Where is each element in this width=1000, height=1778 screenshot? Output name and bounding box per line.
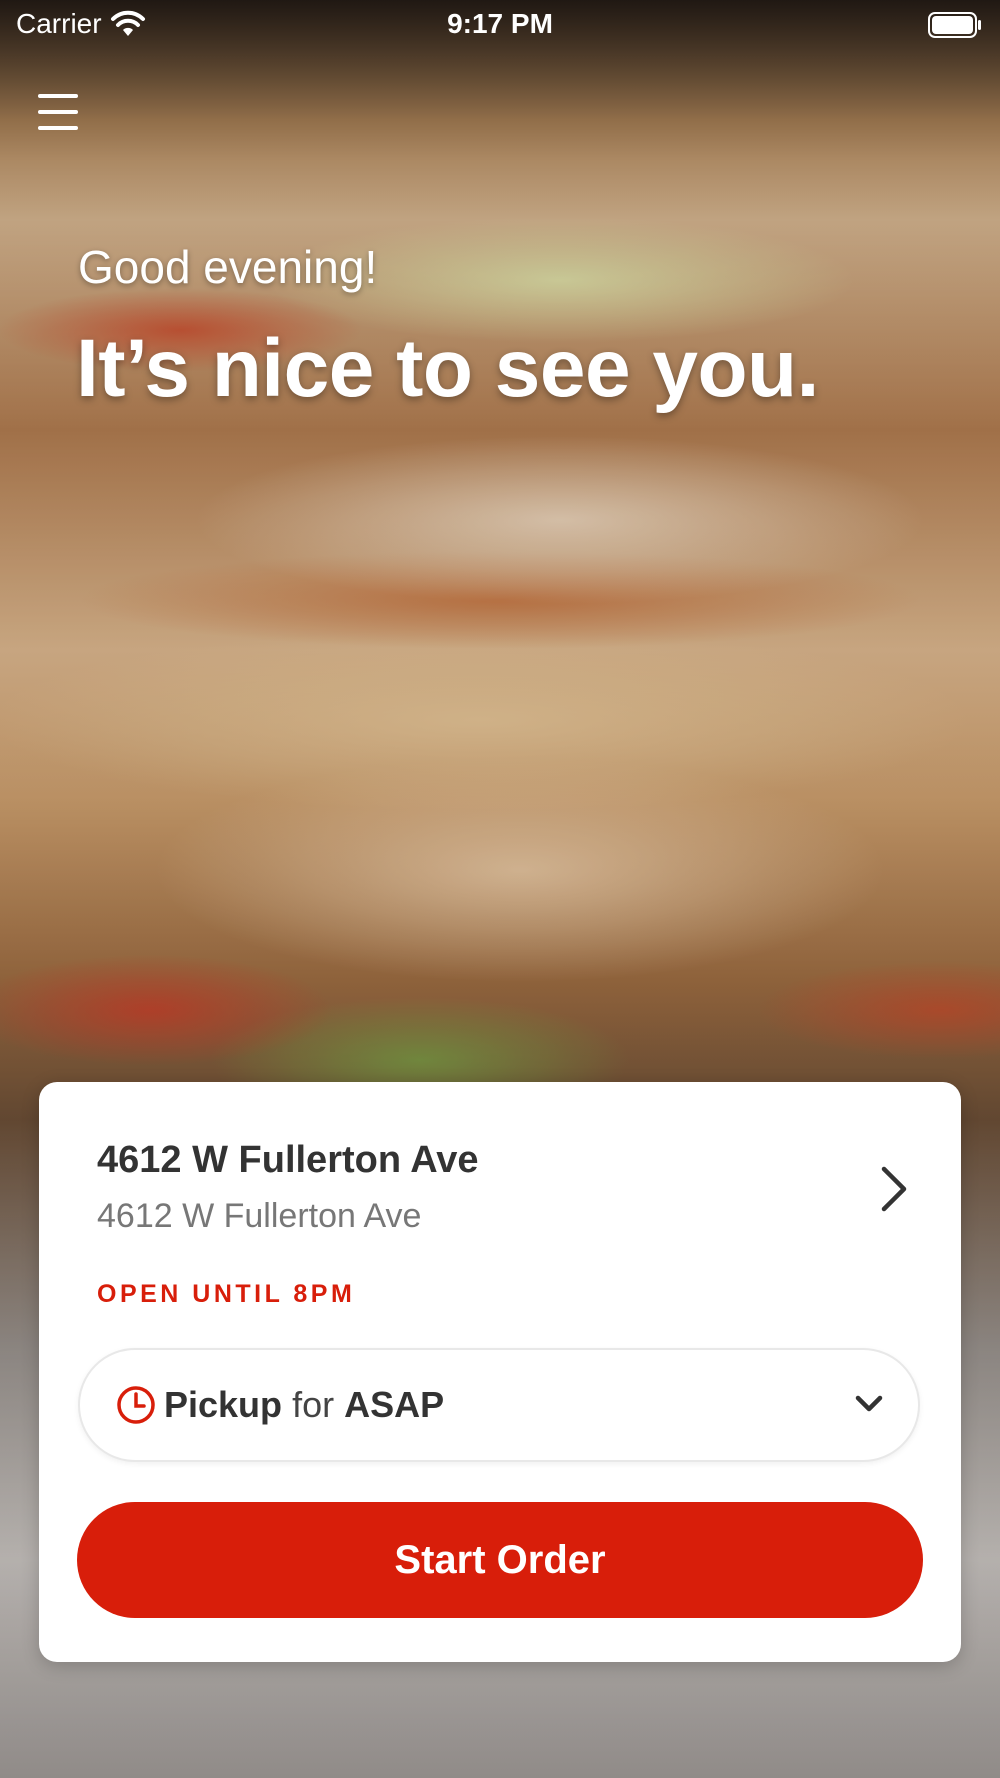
clock-icon — [117, 1386, 155, 1424]
order-mode-value: Pickup — [164, 1384, 283, 1425]
status-time: 9:17 PM — [447, 8, 553, 39]
headline-text: It’s nice to see you. — [76, 323, 819, 414]
chevron-right-icon[interactable] — [879, 1164, 909, 1214]
hours-status: OPEN UNTIL 8PM — [97, 1280, 356, 1308]
order-mode-text: Pickup for ASAP — [164, 1384, 444, 1426]
order-mode-connector: for — [292, 1384, 335, 1425]
chevron-down-icon — [855, 1395, 883, 1412]
home-screen: Carrier 9:17 PM Good evening! It’s nice … — [0, 0, 1000, 1778]
status-bar: Carrier 9:17 PM — [0, 0, 1000, 50]
menu-line — [38, 94, 78, 98]
location-address: 4612 W Fullerton Ave — [97, 1197, 422, 1235]
order-time-value: ASAP — [344, 1384, 445, 1425]
menu-line — [38, 110, 78, 114]
location-card: 4612 W Fullerton Ave 4612 W Fullerton Av… — [39, 1082, 961, 1662]
greeting-text: Good evening! — [78, 241, 378, 293]
start-order-button[interactable]: Start Order — [77, 1502, 923, 1618]
menu-line — [38, 126, 78, 130]
hamburger-menu-icon[interactable] — [38, 94, 78, 130]
battery-icon — [928, 12, 981, 38]
location-name[interactable]: 4612 W Fullerton Ave — [97, 1139, 479, 1182]
order-mode-selector[interactable]: Pickup for ASAP — [78, 1348, 920, 1462]
